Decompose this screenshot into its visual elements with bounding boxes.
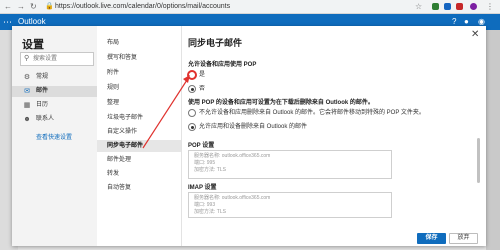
pop-allow-heading: 允许设备和应用使用 POP: [188, 62, 257, 68]
subnav-junk-email[interactable]: 垃圾电子邮件: [97, 112, 181, 124]
imap-port: 端口: 993: [194, 202, 216, 208]
radio-button[interactable]: [188, 123, 196, 131]
people-icon: ☻: [23, 116, 31, 123]
subnav-forwarding[interactable]: 转发: [97, 168, 181, 180]
nav-item-mail[interactable]: ✉ 邮件: [12, 86, 97, 97]
dialog-footer: 保存 放弃: [181, 233, 486, 246]
radio-button[interactable]: [188, 109, 196, 117]
calendar-icon: ▦: [23, 102, 31, 109]
pop-settings-box: 服务器名称: outlook.office365.com 端口: 995 加密方…: [188, 150, 392, 179]
subnav-message-handling[interactable]: 邮件处理: [97, 154, 181, 166]
subnav-attachments[interactable]: 附件: [97, 67, 181, 79]
radio-button[interactable]: [188, 71, 196, 79]
close-icon[interactable]: ✕: [471, 30, 479, 40]
imap-server: 服务器名称: outlook.office365.com: [194, 195, 271, 201]
address-bar[interactable]: https://outlook.live.com/calendar/0/opti…: [55, 2, 230, 11]
search-input[interactable]: [33, 54, 89, 64]
pop-port: 端口: 995: [194, 160, 216, 166]
forward-icon[interactable]: →: [17, 1, 25, 12]
subnav-sync-email[interactable]: 同步电子邮件: [97, 140, 181, 152]
gear-icon: ⚙: [23, 74, 31, 81]
extension-icon[interactable]: [444, 3, 451, 10]
nav-item-calendar[interactable]: ▦ 日历: [12, 100, 97, 111]
view-quick-settings-link[interactable]: 查看快速设置: [36, 132, 72, 141]
browser-toolbar: ← → ↻ 🔒 https://outlook.live.com/calenda…: [0, 0, 500, 14]
pop-encryption: 加密方法: TLS: [194, 167, 226, 173]
imap-encryption: 加密方法: TLS: [194, 209, 226, 215]
profile-avatar-icon[interactable]: [470, 3, 477, 10]
subnav-sweep[interactable]: 整理: [97, 97, 181, 109]
subnav-rules[interactable]: 规则: [97, 82, 181, 94]
back-icon[interactable]: ←: [4, 1, 12, 12]
settings-search[interactable]: ⚲: [20, 52, 94, 66]
settings-nav: 设置 ⚲ ⚙ 常规 ✉ 邮件 ▦ 日历 ☻ 联系人 查看快速设置: [12, 26, 97, 246]
settings-dialog: 设置 ⚲ ⚙ 常规 ✉ 邮件 ▦ 日历 ☻ 联系人 查看快速设置 布局 撰写和答…: [12, 26, 486, 246]
nav-item-general[interactable]: ⚙ 常规: [12, 72, 97, 83]
app-launcher-icon[interactable]: ⋯: [3, 17, 12, 27]
pop-delete-heading: 使用 POP 的设备和应用可设置为在下载后删除来自 Outlook 的邮件。: [188, 100, 374, 106]
radio-button[interactable]: [188, 85, 196, 93]
subnav-compose-reply[interactable]: 撰写和答复: [97, 52, 181, 64]
pop-server: 服务器名称: outlook.office365.com: [194, 153, 271, 159]
nav-item-people[interactable]: ☻ 联系人: [12, 114, 97, 125]
mail-icon: ✉: [24, 88, 30, 95]
subnav-layout[interactable]: 布局: [97, 37, 181, 49]
imap-settings-box: 服务器名称: outlook.office365.com 端口: 993 加密方…: [188, 192, 392, 218]
search-icon: ⚲: [24, 55, 30, 62]
reload-icon[interactable]: ↻: [30, 1, 37, 12]
app-background-right: [486, 30, 500, 250]
lock-icon[interactable]: 🔒: [45, 1, 54, 12]
subnav-customize-actions[interactable]: 自定义操作: [97, 126, 181, 138]
extension-icon[interactable]: [456, 3, 463, 10]
mail-subnav: 布局 撰写和答复 附件 规则 整理 垃圾电子邮件 自定义操作 同步电子邮件 邮件…: [97, 26, 182, 246]
extension-icon[interactable]: [432, 3, 439, 10]
discard-button[interactable]: 放弃: [449, 233, 478, 244]
sync-email-panel: ✕ 同步电子邮件 允许设备和应用使用 POP 是 否 使用 POP 的设备和应用…: [181, 26, 486, 246]
browser-menu-icon[interactable]: ⋮: [486, 1, 494, 12]
pop-settings-heading: POP 设置: [188, 143, 215, 149]
settings-title: 设置: [22, 39, 44, 51]
imap-settings-heading: IMAP 设置: [188, 185, 217, 191]
save-button[interactable]: 保存: [417, 233, 446, 244]
page-title: 同步电子邮件: [188, 38, 243, 48]
subnav-automatic-replies[interactable]: 自动答复: [97, 182, 181, 194]
scrollbar-thumb[interactable]: [477, 138, 480, 183]
bookmark-star-icon[interactable]: ☆: [415, 1, 422, 12]
